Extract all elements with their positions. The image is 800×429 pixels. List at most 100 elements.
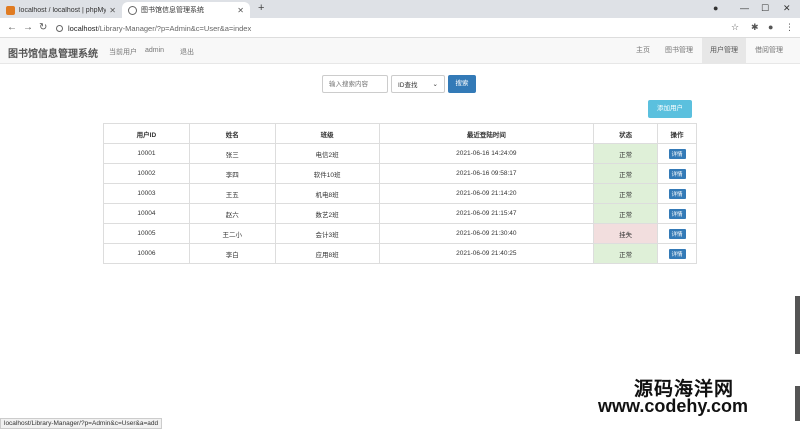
screen-edge [795, 386, 800, 421]
header-status: 状态 [593, 123, 659, 144]
search-type-value: ID查找 [398, 82, 418, 89]
url-field[interactable]: localhost/Library-Manager/?p=Admin&c=Use… [56, 21, 746, 35]
app-navbar: 图书馆信息管理系统 当前用户 admin 退出 主页 图书管理 用户管理 借阅管… [0, 38, 800, 64]
reload-icon[interactable]: ↻ [39, 22, 47, 33]
cell-class: 电信2班 [274, 143, 380, 164]
menu-home[interactable]: 主页 [628, 38, 658, 64]
cell-status: 正常 [593, 203, 659, 224]
table-row: 10002 李四 软件10班 2021-06-16 09:58:17 正常 详情 [103, 163, 697, 184]
globe-icon [128, 5, 137, 15]
watermark-url: www.codehy.com [598, 396, 749, 416]
tab-label: localhost / localhost | phpMy... [19, 6, 107, 14]
header-class: 班级 [274, 123, 380, 144]
profile-dot-icon[interactable]: ● [713, 3, 718, 13]
detail-button[interactable]: 详情 [668, 248, 686, 259]
cell-last-login: 2021-06-16 14:24:09 [378, 143, 595, 164]
minimize-icon[interactable]: — [740, 3, 749, 13]
logout-link[interactable]: 退出 [180, 47, 194, 57]
table-row: 10003 王五 机电8班 2021-06-09 21:14:20 正常 详情 [103, 183, 697, 204]
cell-class: 会计3班 [274, 223, 380, 244]
header-action: 操作 [657, 123, 697, 144]
cell-user-id: 10002 [103, 163, 190, 184]
extensions-icon[interactable]: ✱ [751, 22, 759, 33]
browser-tab-library[interactable]: 图书馆信息管理系统 ✕ [122, 2, 250, 18]
browser-tab-phpmyadmin[interactable]: localhost / localhost | phpMy... ✕ [0, 2, 122, 18]
browser-tab-bar: localhost / localhost | phpMy... ✕ 图书馆信息… [0, 0, 800, 18]
header-name: 姓名 [188, 123, 276, 144]
cell-name: 王二小 [188, 223, 276, 244]
table-row: 10004 赵六 数艺2班 2021-06-09 21:15:47 正常 详情 [103, 203, 697, 224]
detail-button[interactable]: 详情 [668, 208, 686, 219]
close-tab-icon[interactable]: ✕ [237, 6, 244, 15]
cell-name: 李白 [188, 243, 276, 264]
detail-button[interactable]: 详情 [668, 228, 686, 239]
cell-action: 详情 [657, 223, 697, 244]
cell-action: 详情 [657, 163, 697, 184]
cell-name: 张三 [188, 143, 276, 164]
cell-status: 挂失 [593, 223, 659, 244]
header-last-login: 最近登陆时间 [378, 123, 595, 144]
cell-status: 正常 [593, 243, 659, 264]
user-table: 用户ID 姓名 班级 最近登陆时间 状态 操作 10001 张三 电信2班 20… [103, 123, 697, 264]
cell-status: 正常 [593, 143, 659, 164]
cell-user-id: 10006 [103, 243, 190, 264]
screen-edge [795, 296, 800, 354]
window-close-icon[interactable]: ✕ [783, 3, 791, 14]
cell-user-id: 10005 [103, 223, 190, 244]
table-row: 10006 李白 应用8班 2021-06-09 21:40:25 正常 详情 [103, 243, 697, 264]
cell-user-id: 10001 [103, 143, 190, 164]
menu-users[interactable]: 用户管理 [702, 38, 746, 64]
phpmyadmin-icon [6, 5, 15, 15]
add-user-button[interactable]: 添加用户 [648, 100, 692, 118]
cell-user-id: 10003 [103, 183, 190, 204]
cell-last-login: 2021-06-09 21:15:47 [378, 203, 595, 224]
detail-button[interactable]: 详情 [668, 168, 686, 179]
cell-class: 应用8班 [274, 243, 380, 264]
menu-books[interactable]: 图书管理 [659, 38, 699, 64]
back-icon[interactable]: ← [7, 22, 17, 33]
cell-action: 详情 [657, 243, 697, 264]
current-user-name: admin [145, 47, 165, 54]
cell-status: 正常 [593, 183, 659, 204]
browser-menu-icon[interactable]: ⋮ [785, 22, 794, 33]
cell-last-login: 2021-06-16 09:58:17 [378, 163, 595, 184]
address-bar: ← → ↻ localhost/Library-Manager/?p=Admin… [0, 18, 800, 38]
menu-borrow[interactable]: 借阅管理 [748, 38, 790, 64]
site-info-icon[interactable] [56, 24, 63, 32]
header-user-id: 用户ID [103, 123, 190, 144]
link-status-bar: localhost/Library-Manager/?p=Admin&c=Use… [0, 418, 163, 429]
chevron-down-icon: ⌄ [432, 81, 438, 88]
new-tab-button[interactable]: + [258, 2, 264, 14]
table-row: 10001 张三 电信2班 2021-06-16 14:24:09 正常 详情 [103, 143, 697, 164]
cell-action: 详情 [657, 183, 697, 204]
cell-user-id: 10004 [103, 203, 190, 224]
bookmark-star-icon[interactable]: ☆ [731, 22, 739, 33]
search-type-select[interactable]: ID查找 ⌄ [391, 75, 445, 93]
search-button[interactable]: 搜索 [448, 75, 476, 93]
detail-button[interactable]: 详情 [668, 148, 686, 159]
detail-button[interactable]: 详情 [668, 188, 686, 199]
app-brand[interactable]: 图书馆信息管理系统 [8, 45, 98, 60]
close-tab-icon[interactable]: ✕ [109, 6, 116, 15]
search-input[interactable] [322, 75, 388, 93]
cell-last-login: 2021-06-09 21:40:25 [378, 243, 595, 264]
cell-last-login: 2021-06-09 21:14:20 [378, 183, 595, 204]
cell-name: 赵六 [188, 203, 276, 224]
current-user-label: 当前用户 [109, 49, 137, 56]
cell-name: 王五 [188, 183, 276, 204]
cell-action: 详情 [657, 203, 697, 224]
cell-status: 正常 [593, 163, 659, 184]
account-icon[interactable]: ● [768, 22, 773, 32]
cell-last-login: 2021-06-09 21:30:40 [378, 223, 595, 244]
cell-class: 数艺2班 [274, 203, 380, 224]
cell-name: 李四 [188, 163, 276, 184]
forward-icon[interactable]: → [23, 22, 33, 33]
url-host: localhost [68, 23, 98, 33]
table-header-row: 用户ID 姓名 班级 最近登陆时间 状态 操作 [103, 123, 697, 144]
table-row: 10005 王二小 会计3班 2021-06-09 21:30:40 挂失 详情 [103, 223, 697, 244]
maximize-icon[interactable]: ☐ [761, 3, 769, 14]
tab-label: 图书馆信息管理系统 [141, 7, 204, 14]
cell-action: 详情 [657, 143, 697, 164]
url-path: /Library-Manager/?p=Admin&c=User&a=index [97, 23, 252, 33]
cell-class: 软件10班 [274, 163, 380, 184]
